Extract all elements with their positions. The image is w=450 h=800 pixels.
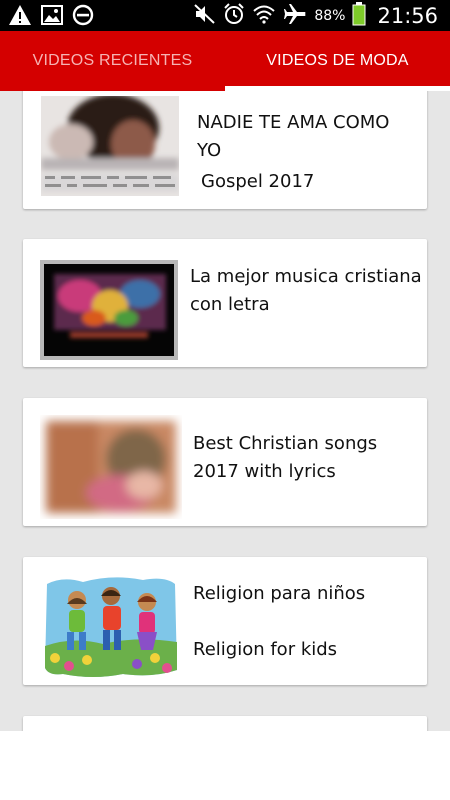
video-card[interactable]: Religion para niños Religion for kids [23,557,427,685]
video-title: La mejor musica cristiana con letra [190,266,422,315]
battery-percent: 88% [314,7,346,24]
video-card[interactable]: La mejor musica cristiana con letra [23,239,427,367]
battery-icon [352,1,366,30]
video-title: NADIE TE AMA COMO YO [197,112,390,161]
video-thumbnail [43,574,179,681]
bottom-area [0,731,450,800]
video-title: Religion para niños [193,583,366,604]
video-thumbnail [41,96,179,196]
image-icon [41,5,63,29]
warning-icon [8,4,32,30]
clock: 21:56 [377,3,438,28]
system-icons: 88% 21:56 [194,1,438,30]
video-thumbnail [40,260,178,360]
video-list[interactable]: NADIE TE AMA COMO YO Gospel 2017 La mejo… [0,91,450,731]
video-subtitle: Religion for kids [193,639,338,660]
tab-bar: VIDEOS RECIENTES VIDEOS DE MODA [0,31,450,91]
notification-icons [8,4,94,30]
tab-videos-de-moda[interactable]: VIDEOS DE MODA [225,31,450,91]
wifi-icon [252,4,276,28]
video-title: Best Christian songs 2017 with lyrics [193,433,378,482]
video-card[interactable]: Best Christian songs 2017 with lyrics [23,398,427,526]
video-subtitle: Gospel 2017 [201,171,315,192]
mute-icon [194,3,216,28]
alarm-icon [223,2,245,29]
block-icon [72,4,94,30]
airplane-icon [283,3,307,29]
status-bar: 88% 21:56 [0,0,450,31]
video-card[interactable] [23,716,427,731]
tab-videos-recientes[interactable]: VIDEOS RECIENTES [0,31,225,91]
video-thumbnail [40,415,182,519]
video-card[interactable]: NADIE TE AMA COMO YO Gospel 2017 [23,91,427,209]
